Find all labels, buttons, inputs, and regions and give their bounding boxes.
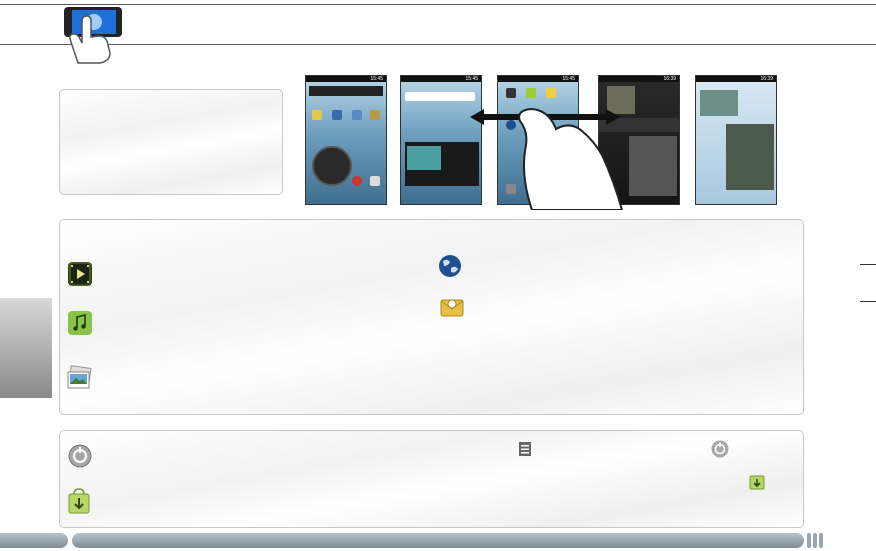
hand-touch-icon [60, 3, 124, 67]
app-store-bag-icon[interactable] [66, 487, 92, 515]
calculator-icon [332, 110, 342, 120]
status-bar-time: 15:45 [401, 76, 481, 82]
app-store-small-icon[interactable] [749, 472, 765, 490]
swipe-hand-icon [470, 95, 630, 211]
footer-chevron [813, 533, 817, 548]
gmail-icon [370, 176, 380, 186]
top-rule [0, 4, 876, 5]
footer-chevron [807, 533, 811, 548]
status-bar-time: 15:45 [498, 76, 578, 82]
status-bar-time: 15:45 [306, 76, 386, 82]
widget-toggles [309, 86, 383, 96]
globe-icon[interactable] [438, 254, 462, 278]
header-rule [0, 44, 876, 45]
video-thumbnail [700, 90, 738, 116]
email-envelope-icon[interactable] [440, 295, 464, 319]
intro-panel [59, 89, 283, 195]
film-strip-icon[interactable] [68, 262, 92, 286]
footer-bar [72, 533, 804, 548]
home-screen-1: 15:45 [305, 75, 387, 205]
status-bar-time: 16:39 [599, 76, 679, 82]
apps-panel [59, 219, 804, 415]
margin-mark [860, 264, 876, 265]
footer-bar-left [0, 533, 68, 548]
status-bar-time: 16:39 [696, 76, 776, 82]
media-widget [405, 142, 479, 186]
chapter-side-tab [0, 298, 52, 398]
settings-gear-small-icon[interactable] [711, 440, 729, 458]
video-player-screen: 16:39 [695, 75, 777, 205]
google-search-widget [405, 92, 475, 101]
footer-chevron [819, 533, 823, 548]
clock-widget [312, 146, 352, 186]
media-thumbnail [407, 146, 441, 170]
market-icon [352, 176, 362, 186]
margin-mark [860, 301, 876, 302]
settings-icon [370, 110, 380, 120]
menu-list-icon[interactable] [519, 442, 531, 456]
photo-gallery-icon[interactable] [66, 365, 92, 391]
files-icon [312, 110, 322, 120]
recent-videos [726, 124, 774, 190]
explorer-icon [352, 110, 362, 120]
recent-thumbnails [629, 136, 677, 196]
music-note-icon[interactable] [68, 311, 92, 335]
settings-gear-icon[interactable] [68, 444, 92, 468]
settings-panel [59, 430, 804, 528]
